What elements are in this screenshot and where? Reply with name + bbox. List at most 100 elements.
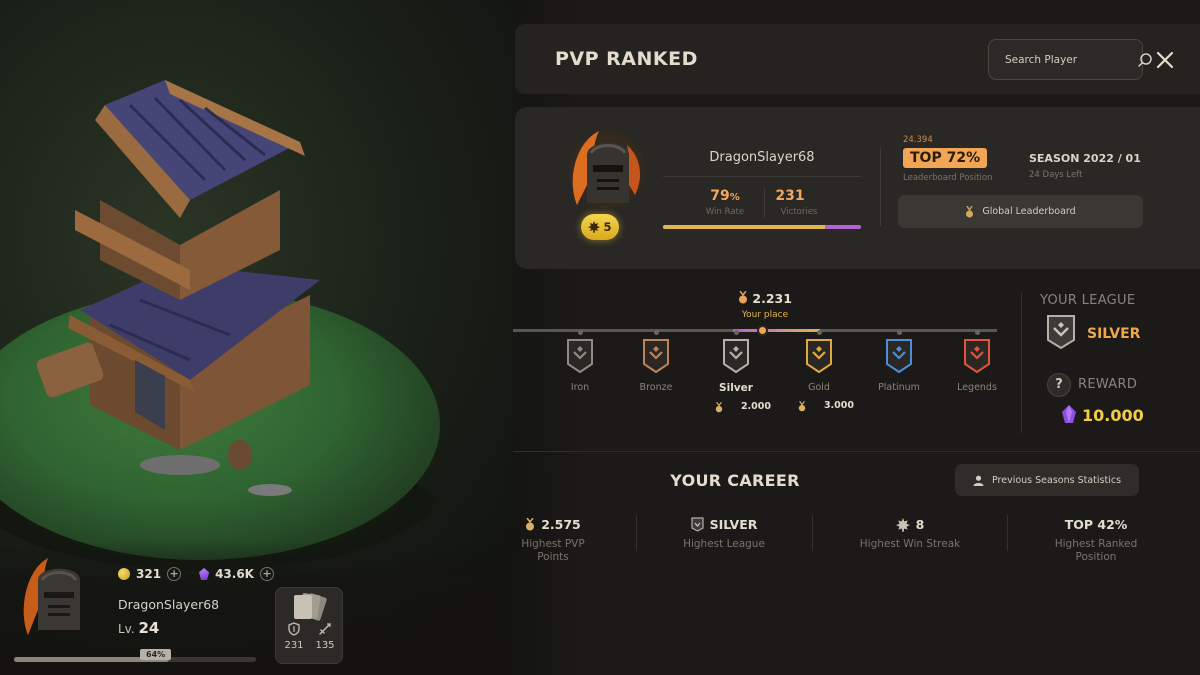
- tier-name: Legends: [957, 382, 997, 393]
- league-tier-silver[interactable]: Silver 2.000: [701, 330, 771, 413]
- win-rate-unit: %: [729, 192, 740, 203]
- league-tier-bronze[interactable]: Bronze: [621, 330, 691, 393]
- win-rate-number: 79: [710, 188, 730, 204]
- reward-help-icon[interactable]: ?: [1047, 373, 1071, 397]
- season-days-left: 24 Days Left: [1029, 170, 1083, 180]
- add-gems-button[interactable]: +: [259, 567, 274, 581]
- career-stat-win-streak: 8 Highest Win Streak: [850, 516, 970, 551]
- house-building[interactable]: [30, 60, 390, 500]
- tier-platinum-icon: [886, 339, 912, 374]
- search-icon[interactable]: [1137, 52, 1153, 68]
- close-icon[interactable]: [1155, 50, 1175, 70]
- leaderboard-count: 24.394: [903, 135, 933, 145]
- career-stat-ranked-position: TOP 42% Highest Ranked Position: [1041, 516, 1151, 564]
- tier-silver-icon: [723, 339, 749, 374]
- search-box[interactable]: [988, 39, 1152, 80]
- defense-value: 231: [284, 640, 304, 651]
- win-rate-bar-fill: [663, 225, 826, 229]
- career-stat-label: Highest Win Streak: [859, 538, 961, 550]
- career-stat-value: TOP 42%: [1064, 517, 1128, 532]
- tier-requirement-value: 2.000: [740, 400, 771, 412]
- shield-icon: [288, 622, 300, 636]
- maple-leaf-icon: [895, 517, 910, 532]
- season-title: SEASON 2022 / 01: [1029, 152, 1141, 165]
- medal-icon: [716, 402, 723, 413]
- name-divider: [663, 176, 861, 177]
- reward-value: 10.000: [1082, 406, 1144, 425]
- career-title: YOUR CAREER: [670, 471, 800, 490]
- career-stat-value: 8: [915, 517, 925, 532]
- tier-tick: [653, 330, 659, 335]
- gems-value: 43.6K: [215, 567, 254, 581]
- player-avatar[interactable]: [18, 550, 100, 640]
- tier-name: Gold: [808, 382, 830, 393]
- gem-icon: [199, 568, 210, 580]
- deck-button[interactable]: 231 135: [275, 587, 343, 664]
- profile-name: DragonSlayer68: [709, 150, 815, 165]
- medal-icon: [739, 290, 748, 304]
- currency-row: 321 + 43.6K +: [118, 567, 274, 581]
- career-stat-label: Points: [537, 551, 569, 563]
- search-input[interactable]: [989, 53, 1137, 66]
- level-value: 24: [138, 619, 160, 637]
- tier-tick: [816, 330, 822, 335]
- global-leaderboard-label: Global Leaderboard: [982, 206, 1076, 217]
- tier-name: Iron: [570, 382, 590, 393]
- tier-iron-icon: [567, 339, 593, 374]
- cards-icon: [294, 593, 327, 621]
- league-tier-gold[interactable]: Gold 3.000: [784, 330, 854, 412]
- player-level: Lv. 24: [118, 619, 159, 637]
- tier-bronze-icon: [643, 339, 669, 374]
- page-title: PVP RANKED: [555, 48, 698, 70]
- xp-bar: [14, 657, 256, 662]
- career-stat-divider: [1007, 515, 1008, 551]
- level-prefix: Lv.: [118, 622, 135, 636]
- tier-requirement: 2.000: [701, 399, 771, 413]
- league-tier-iron[interactable]: Iron: [545, 330, 615, 393]
- career-stat-value: SILVER: [709, 517, 758, 532]
- reward-label: REWARD: [1078, 377, 1138, 392]
- win-rate-value: 79%: [695, 188, 755, 204]
- add-coins-button[interactable]: +: [167, 567, 182, 581]
- silver-league-icon: [691, 517, 704, 532]
- career-stat-value: 2.575: [541, 517, 581, 532]
- maple-leaf-icon: [588, 221, 601, 233]
- tier-tick: [974, 330, 980, 335]
- tier-requirement: 3.000: [784, 398, 854, 412]
- league-divider: [1021, 293, 1022, 433]
- victories-value: 231: [775, 188, 805, 204]
- league-tier-legends[interactable]: Legends: [942, 330, 1012, 393]
- stat-divider: [764, 188, 765, 218]
- your-place-number: 2.231: [752, 291, 792, 306]
- league-tier-platinum[interactable]: Platinum: [864, 330, 934, 393]
- top-percent-badge: TOP 72%: [903, 148, 988, 168]
- career-stat-highest-league: SILVER Highest League: [664, 516, 784, 551]
- medal-icon: [966, 205, 974, 217]
- tier-tick: [733, 330, 739, 335]
- tier-tick: [896, 330, 902, 335]
- coins-value: 321: [136, 567, 162, 581]
- silver-league-icon: [1046, 314, 1076, 354]
- career-stat-divider: [636, 515, 637, 551]
- attack-value: 135: [315, 640, 335, 651]
- leaderboard-position-label: Leaderboard Position: [903, 173, 993, 183]
- tier-name: Platinum: [878, 382, 920, 393]
- tier-tick: [577, 330, 583, 335]
- tier-requirement-value: 3.000: [823, 399, 854, 411]
- card-divider: [880, 148, 881, 226]
- previous-seasons-button[interactable]: Previous Seasons Statistics: [955, 464, 1139, 496]
- career-stat-label: Highest PVP: [521, 538, 585, 550]
- career-stat-pvp-points: 2.575 Highest PVP Points: [508, 516, 598, 564]
- attack-stat: 135: [310, 622, 340, 651]
- win-rate-label: Win Rate: [705, 207, 745, 217]
- global-leaderboard-button[interactable]: Global Leaderboard: [898, 195, 1143, 228]
- player-name: DragonSlayer68: [118, 597, 220, 612]
- tier-gold-icon: [806, 339, 832, 374]
- xp-percent-label: 64%: [140, 649, 172, 660]
- your-league-value: SILVER: [1087, 326, 1141, 342]
- your-place-label: Your place: [741, 310, 789, 320]
- career-stat-label: Highest League: [683, 538, 765, 550]
- victories-label: Victories: [780, 207, 818, 217]
- profile-avatar[interactable]: [565, 125, 650, 220]
- defense-stat: 231: [279, 622, 309, 651]
